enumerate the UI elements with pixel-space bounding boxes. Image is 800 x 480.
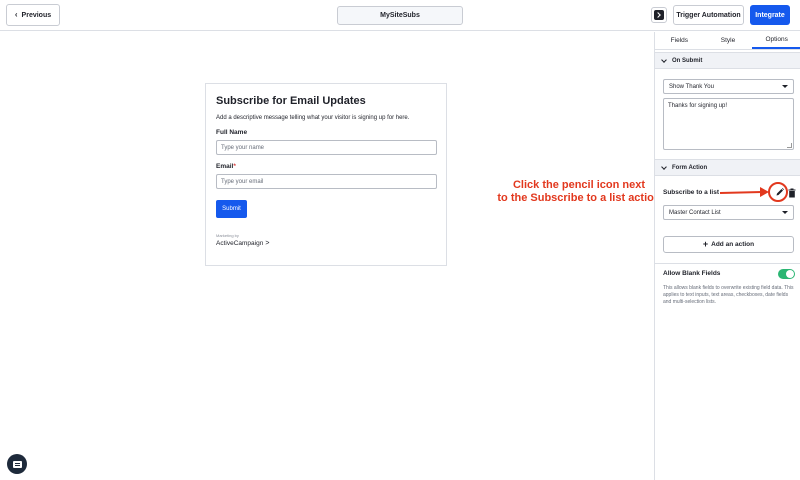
list-selected: Master Contact List	[669, 209, 721, 216]
divider	[655, 263, 800, 264]
annotation-line-1: Click the pencil icon next	[512, 179, 646, 191]
tab-style[interactable]: Style	[704, 32, 753, 49]
top-bar: ‹ Previous MySiteSubs Trigger Automation…	[0, 0, 800, 31]
subscribe-action-label: Subscribe to a list	[663, 189, 719, 196]
annotation-callout: Click the pencil icon next to the Subscr…	[488, 179, 670, 205]
terminal-icon	[654, 10, 664, 20]
tab-options[interactable]: Options	[752, 32, 800, 49]
email-label-text: Email	[216, 163, 234, 170]
email-input[interactable]: Type your email	[216, 174, 437, 189]
app-root: ‹ Previous MySiteSubs Trigger Automation…	[0, 0, 800, 480]
allow-blank-fields-label: Allow Blank Fields	[663, 270, 721, 277]
options-sidebar: Fields Style Options On Submit Show Than…	[654, 32, 800, 480]
form-description: Add a descriptive message telling what y…	[216, 115, 410, 121]
tab-fields[interactable]: Fields	[655, 32, 704, 49]
add-action-button[interactable]: + Add an action	[663, 236, 794, 253]
chevron-left-icon: ‹	[14, 10, 18, 19]
thank-you-message-textarea[interactable]: Thanks for signing up!	[663, 98, 794, 150]
chat-button[interactable]	[7, 454, 27, 474]
list-select[interactable]: Master Contact List	[663, 205, 794, 220]
on-submit-select[interactable]: Show Thank You	[663, 79, 794, 94]
form-title: Subscribe for Email Updates	[216, 95, 366, 107]
integrate-button[interactable]: Integrate	[750, 5, 790, 25]
form-canvas: Subscribe for Email Updates Add a descri…	[0, 32, 654, 480]
on-submit-selected: Show Thank You	[669, 83, 714, 90]
full-name-input[interactable]: Type your name	[216, 140, 437, 155]
brand-text: ActiveCampaign	[216, 240, 264, 247]
activecampaign-logo: ActiveCampaign >	[216, 240, 436, 247]
on-submit-section-header[interactable]: On Submit	[655, 52, 800, 69]
add-action-label: Add an action	[711, 241, 755, 248]
allow-blank-fields-toggle[interactable]	[778, 269, 795, 279]
email-label: Email*	[216, 163, 436, 170]
annotation-line-2: to the Subscribe to a list action	[497, 192, 661, 204]
sidebar-tabs: Fields Style Options	[655, 32, 800, 50]
plus-icon: +	[702, 239, 709, 249]
thank-you-message: Thanks for signing up!	[668, 103, 728, 109]
previous-label: Previous	[21, 11, 52, 19]
form-action-heading: Form Action	[672, 164, 708, 171]
chevron-down-icon	[661, 56, 667, 63]
brand-chevron-icon: >	[265, 240, 270, 247]
chevron-down-icon	[661, 163, 667, 170]
on-submit-heading: On Submit	[672, 57, 703, 64]
form-preview[interactable]: Subscribe for Email Updates Add a descri…	[205, 83, 447, 266]
chat-icon	[12, 460, 22, 468]
terminal-button[interactable]	[651, 7, 667, 23]
full-name-label: Full Name	[216, 129, 248, 136]
caret-down-icon	[782, 85, 788, 88]
site-name-field[interactable]: MySiteSubs	[337, 6, 463, 25]
allow-blank-fields-description: This allows blank fields to overwrite ex…	[663, 285, 794, 305]
marketing-by-text: Marketing by	[216, 233, 239, 238]
caret-down-icon	[782, 211, 788, 214]
required-mark: *	[233, 163, 236, 170]
pencil-icon[interactable]	[773, 185, 787, 199]
trigger-automation-button[interactable]: Trigger Automation	[673, 5, 744, 25]
previous-button[interactable]: ‹ Previous	[6, 4, 60, 26]
form-action-section-header[interactable]: Form Action	[655, 159, 800, 176]
submit-button[interactable]: Submit	[216, 200, 247, 218]
resize-handle-icon[interactable]	[787, 143, 792, 148]
trash-icon[interactable]	[787, 187, 797, 198]
